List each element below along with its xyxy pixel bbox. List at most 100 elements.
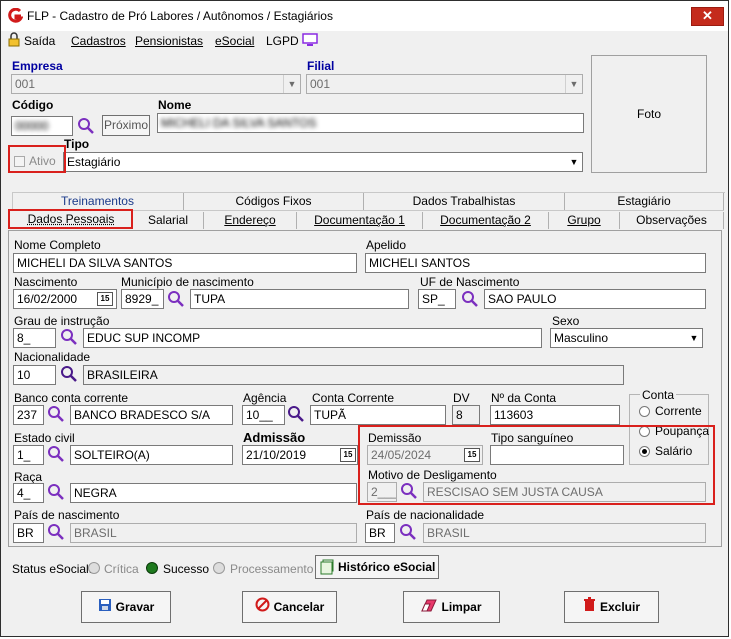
conta-label: Conta Corrente [312, 391, 395, 405]
historico-esocial-button[interactable]: Histórico eSocial [315, 555, 439, 579]
nacionalidade-search-icon[interactable] [60, 365, 78, 383]
uf-search-icon[interactable] [461, 290, 479, 308]
tab-dados-pessoais[interactable]: Dados Pessoais [10, 211, 133, 228]
conta-salario-radio[interactable] [639, 446, 650, 457]
save-icon [98, 593, 112, 623]
conta-poupanca-label: Poupança [655, 424, 710, 438]
pais-nascimento-field: BRASIL [70, 523, 357, 543]
nconta-field[interactable]: 113603 [490, 405, 620, 425]
raca-code-field[interactable]: 4_ [13, 483, 44, 503]
municipio-search-icon[interactable] [167, 290, 185, 308]
filial-select[interactable]: 001 ▼ [306, 74, 583, 94]
codigo-label: Código [12, 98, 54, 112]
tab-grupo[interactable]: Grupo [549, 212, 620, 229]
proximo-button[interactable]: Próximo [102, 115, 150, 136]
codigo-search-icon[interactable] [77, 117, 95, 135]
tab-dados-trabalhistas[interactable]: Dados Trabalhistas [364, 193, 565, 210]
conta-poupanca-radio[interactable] [639, 426, 650, 437]
municipio-field[interactable]: TUPA [190, 289, 409, 309]
nconta-label: Nº da Conta [491, 391, 557, 405]
tipo-sanguineo-field[interactable] [490, 445, 624, 465]
banco-label: Banco conta corrente [14, 391, 129, 405]
menu-pensionistas[interactable]: Pensionistas [135, 34, 203, 48]
nascimento-calendar-icon[interactable]: 15 [97, 292, 113, 306]
pais-nascimento-code-field[interactable]: BR [13, 523, 44, 543]
raca-field[interactable]: NEGRA [70, 483, 357, 503]
sexo-select[interactable]: Masculino ▼ [550, 328, 703, 348]
uf-field[interactable]: SAO PAULO [484, 289, 706, 309]
agencia-label: Agência [243, 391, 287, 405]
estado-civil-label: Estado civil [14, 431, 75, 445]
grau-code-field[interactable]: 8_ [13, 328, 56, 348]
motivo-code-field: 2___ [367, 482, 397, 502]
apelido-label: Apelido [366, 238, 407, 252]
processamento-label: Processamento [230, 562, 314, 576]
sexo-label: Sexo [552, 314, 580, 328]
conta-corrente-radio[interactable] [639, 406, 650, 417]
conta-field[interactable]: TUPÃ [310, 405, 446, 425]
raca-search-icon[interactable] [47, 483, 65, 501]
agencia-field[interactable]: 10__ [242, 405, 285, 425]
uf-code-field[interactable]: SP_ [418, 289, 456, 309]
processamento-status-icon [213, 562, 225, 574]
monitor-icon[interactable] [302, 33, 318, 50]
menu-esocial[interactable]: eSocial [215, 34, 254, 48]
demissao-calendar-icon[interactable]: 15 [464, 448, 480, 462]
banco-field[interactable]: BANCO BRADESCO S/A [70, 405, 233, 425]
ativo-label: Ativo [29, 154, 56, 168]
tab-observacoes[interactable]: Observações [620, 212, 724, 229]
lock-icon [7, 32, 21, 50]
menu-saida[interactable]: Saída [24, 34, 55, 48]
admissao-calendar-icon[interactable]: 15 [340, 448, 356, 462]
nacionalidade-code-field[interactable]: 10 [13, 365, 56, 385]
tab-codigos-fixos[interactable]: Códigos Fixos [184, 193, 364, 210]
motivo-label: Motivo de Desligamento [368, 468, 497, 482]
tab-documentacao-2[interactable]: Documentação 2 [423, 212, 549, 229]
pais-nascimento-search-icon[interactable] [47, 523, 65, 541]
tab-salarial[interactable]: Salarial [133, 212, 204, 229]
nascimento-label: Nascimento [14, 275, 78, 289]
tipo-select[interactable]: Estagiário ▼ [63, 152, 583, 172]
cancelar-button[interactable]: Cancelar [242, 591, 337, 623]
agencia-search-icon[interactable] [287, 405, 305, 423]
ativo-checkbox[interactable] [14, 156, 25, 167]
historico-icon [320, 559, 335, 582]
estado-civil-code-field[interactable]: 1_ [13, 445, 44, 465]
grau-field[interactable]: EDUC SUP INCOMP [83, 328, 542, 348]
estado-civil-field[interactable]: SOLTEIRO(A) [70, 445, 233, 465]
pais-nacionalidade-code-field[interactable]: BR [365, 523, 395, 543]
tab-endereco[interactable]: Endereço [204, 212, 297, 229]
apelido-field[interactable]: MICHELI SANTOS [365, 253, 706, 273]
tipo-label: Tipo [64, 137, 90, 151]
critica-label: Crítica [104, 562, 139, 576]
municipio-code-field[interactable]: 8929_ [121, 289, 164, 309]
title-bar: FLP - Cadastro de Pró Labores / Autônomo… [1, 1, 728, 31]
motivo-search-icon[interactable] [400, 482, 418, 500]
empresa-select[interactable]: 001 ▼ [11, 74, 301, 94]
empresa-label: Empresa [12, 59, 63, 73]
codigo-field[interactable]: 00000 [11, 116, 73, 136]
excluir-button[interactable]: Excluir [564, 591, 659, 623]
tab-estagiario[interactable]: Estagiário [565, 193, 724, 210]
nome-completo-field[interactable]: MICHELI DA SILVA SANTOS [13, 253, 357, 273]
nome-label: Nome [158, 98, 192, 112]
admissao-label: Admissão [243, 430, 306, 445]
municipio-label: Município de nascimento [121, 275, 254, 289]
grau-search-icon[interactable] [60, 328, 78, 346]
pais-nacionalidade-search-icon[interactable] [399, 523, 417, 541]
menu-cadastros[interactable]: Cadastros [71, 34, 126, 48]
gravar-button[interactable]: Gravar [81, 591, 171, 623]
nome-field[interactable]: MICHELI DA SILVA SANTOS [157, 113, 584, 133]
banco-code-field[interactable]: 237 [13, 405, 44, 425]
estado-civil-search-icon[interactable] [47, 445, 65, 463]
dv-field: 8 [452, 405, 480, 425]
limpar-button[interactable]: Limpar [403, 591, 500, 623]
sucesso-label: Sucesso [163, 562, 210, 576]
close-button[interactable]: ✕ [691, 7, 724, 26]
banco-search-icon[interactable] [47, 405, 65, 423]
menu-lgpd[interactable]: LGPD [266, 34, 299, 48]
tab-treinamentos[interactable]: Treinamentos [12, 193, 184, 210]
tab-documentacao-1[interactable]: Documentação 1 [297, 212, 423, 229]
photo-box[interactable]: Foto [591, 55, 707, 173]
conta-group-label: Conta [640, 388, 677, 402]
